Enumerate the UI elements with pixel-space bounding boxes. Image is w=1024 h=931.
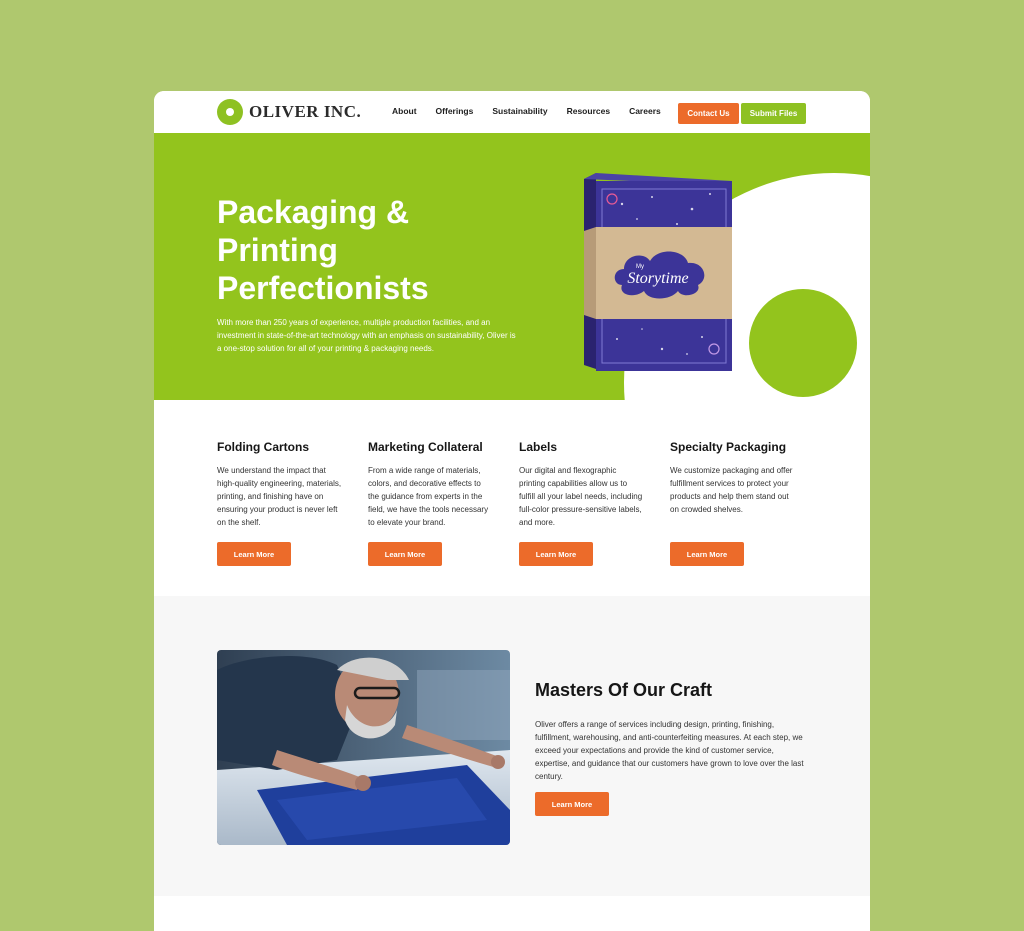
product-label-text: Storytime <box>627 270 688 287</box>
nav-item-careers[interactable]: Careers <box>629 106 661 116</box>
learn-more-button[interactable]: Learn More <box>535 792 609 816</box>
hero-green-circle <box>749 289 857 397</box>
contact-us-button[interactable]: Contact Us <box>678 103 739 124</box>
nav-item-offerings[interactable]: Offerings <box>436 106 474 116</box>
service-labels: Labels Our digital and flexographic prin… <box>519 440 644 566</box>
nav-item-sustainability[interactable]: Sustainability <box>492 106 547 116</box>
hero-section: Packaging & Printing Perfectionists With… <box>154 133 870 400</box>
service-description: From a wide range of materials, colors, … <box>368 466 489 527</box>
hero-description: With more than 250 years of experience, … <box>217 318 516 353</box>
nav-item-resources[interactable]: Resources <box>567 106 610 116</box>
product-label-prefix: My <box>636 264 644 270</box>
masters-description: Oliver offers a range of services includ… <box>535 720 804 781</box>
service-description: Our digital and flexographic printing ca… <box>519 466 643 527</box>
logo[interactable]: OLIVER INC. <box>217 99 361 125</box>
storytime-box-image: Storytime My <box>584 173 732 371</box>
website-frame: OLIVER INC. About Offerings Sustainabili… <box>154 91 870 931</box>
logo-text: OLIVER INC. <box>249 102 362 121</box>
service-marketing-collateral: Marketing Collateral From a wide range o… <box>368 440 493 566</box>
service-title: Specialty Packaging <box>670 440 787 454</box>
craftsman-photo <box>217 650 510 845</box>
footer-start <box>154 896 870 931</box>
submit-files-button[interactable]: Submit Files <box>741 103 806 124</box>
hero-title: Packaging & Printing Perfectionists <box>217 194 429 306</box>
nav-item-about[interactable]: About <box>392 106 417 116</box>
masters-section: Masters Of Our Craft Oliver offers a ran… <box>154 596 870 896</box>
service-description: We understand the impact that high-quali… <box>217 466 342 527</box>
learn-more-button[interactable]: Learn More <box>519 542 593 566</box>
main-nav: About Offerings Sustainability Resources… <box>392 106 680 116</box>
service-specialty-packaging: Specialty Packaging We customize packagi… <box>670 440 795 566</box>
service-description: We customize packaging and offer fulfill… <box>670 466 793 514</box>
masters-title: Masters Of Our Craft <box>535 680 713 700</box>
learn-more-button[interactable]: Learn More <box>368 542 442 566</box>
learn-more-button[interactable]: Learn More <box>217 542 291 566</box>
service-folding-cartons: Folding Cartons We understand the impact… <box>217 440 342 566</box>
service-title: Marketing Collateral <box>368 440 483 454</box>
service-title: Labels <box>519 440 558 454</box>
learn-more-button[interactable]: Learn More <box>670 542 744 566</box>
logo-ring-icon <box>217 99 243 125</box>
site-header: OLIVER INC. About Offerings Sustainabili… <box>154 91 870 133</box>
services-section: Folding Cartons We understand the impact… <box>154 400 870 596</box>
service-title: Folding Cartons <box>217 440 309 454</box>
